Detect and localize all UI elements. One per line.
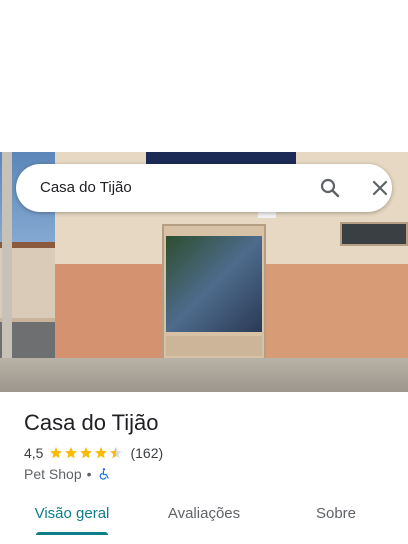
map-blank-area [0, 0, 408, 152]
place-title: Casa do Tijão [24, 410, 159, 435]
photo-door-bottom [166, 336, 262, 356]
photo-sidewalk [0, 358, 408, 392]
star-icon [95, 447, 108, 459]
photo-door-glass [166, 236, 262, 332]
star-icon [110, 447, 123, 459]
wheelchair-icon [99, 468, 109, 480]
star-icon [65, 447, 78, 459]
category-label: Pet Shop [24, 466, 82, 482]
separator-dot: • [86, 466, 92, 482]
review-count[interactable]: (162) [130, 445, 163, 461]
tab-active-indicator [36, 532, 108, 535]
search-bar[interactable]: Casa do Tijão [16, 164, 392, 212]
tab-reviews[interactable]: Avaliações [144, 494, 264, 534]
category-row: Pet Shop • [24, 465, 111, 483]
close-icon[interactable] [368, 176, 392, 200]
search-query-text[interactable]: Casa do Tijão [40, 164, 132, 212]
tab-bar: Visão geral Avaliações Sobre [0, 494, 408, 536]
tab-overview[interactable]: Visão geral [0, 494, 144, 534]
rating-stars [49, 446, 124, 460]
rating-value: 4,5 [24, 445, 44, 461]
star-icon [80, 447, 93, 459]
star-icon [50, 447, 63, 459]
tab-about[interactable]: Sobre [264, 494, 408, 534]
rating-row[interactable]: 4,5 (162) [24, 444, 163, 462]
photo-window [340, 222, 408, 246]
place-page: Casa do Tijão Casa do Tijão 4,5 (162) Pe… [0, 0, 408, 544]
search-icon[interactable] [318, 176, 342, 200]
photo-pole [2, 152, 12, 372]
photo-sign [146, 152, 296, 164]
